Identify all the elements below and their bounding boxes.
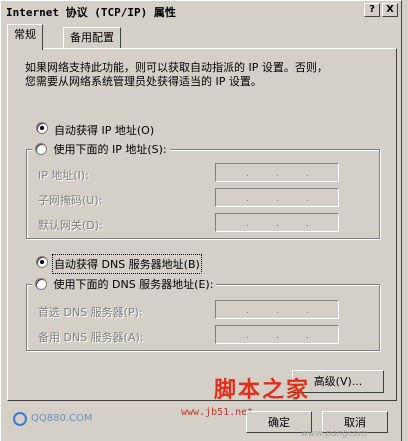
manual-ip-radio[interactable] [35, 143, 47, 155]
auto-dns-label[interactable]: 自动获得 DNS 服务器地址(B) [52, 254, 202, 274]
tcpip-properties-dialog: Internet 协议 (TCP/IP) 属性 ? X 常规 备用配置 如果网络… [0, 0, 402, 441]
ip-address-label: IP 地址(I): [38, 169, 89, 182]
tab-alternate-config-label: 备用配置 [70, 31, 114, 44]
manual-ip-label[interactable]: 使用下面的 IP 地址(S): [54, 143, 167, 156]
default-gateway-label: 默认网关(D): [38, 219, 103, 232]
qq-logo-icon [13, 412, 27, 426]
description-line-2: 您需要从网络系统管理员处获得适当的 IP 设置。 [25, 75, 262, 88]
close-button[interactable]: X [382, 3, 398, 17]
jb51-watermark-title: 脚本之家 [214, 377, 311, 403]
preferred-dns-field[interactable]: ... [215, 300, 339, 319]
side-watermark: www.pongcom [301, 429, 368, 439]
alternate-dns-field[interactable]: ... [215, 325, 339, 344]
manual-dns-radio[interactable] [35, 278, 47, 290]
auto-ip-label[interactable]: 自动获得 IP 地址(O) [54, 122, 154, 138]
radio-selected-dot [40, 126, 44, 130]
window-title: Internet 协议 (TCP/IP) 属性 [6, 6, 176, 19]
jb51-watermark-url: www.jb51.net [181, 407, 254, 418]
help-button[interactable]: ? [364, 3, 380, 17]
qq880-watermark: QQ880.COM [31, 413, 93, 424]
manual-ip-option: 使用下面的 IP 地址(S): [32, 141, 170, 157]
subnet-mask-label: 子网掩码(U): [38, 194, 103, 207]
title-bar[interactable]: Internet 协议 (TCP/IP) 属性 ? X [2, 2, 400, 20]
manual-dns-option: 使用下面的 DNS 服务器地址(E): [32, 276, 217, 292]
default-gateway-field[interactable]: ... [215, 213, 339, 232]
auto-dns-radio[interactable] [36, 256, 48, 268]
tab-general-label: 常规 [14, 28, 36, 41]
tab-general[interactable]: 常规 [7, 24, 43, 50]
subnet-mask-field[interactable]: ... [215, 188, 339, 207]
preferred-dns-label: 首选 DNS 服务器(P): [38, 306, 143, 319]
general-tab-panel: 如果网络支持此功能，则可以获取自动指派的 IP 设置。否则， 您需要从网络系统管… [7, 48, 397, 403]
alternate-dns-label: 备用 DNS 服务器(A): [38, 331, 144, 344]
tab-alternate-config[interactable]: 备用配置 [63, 27, 121, 49]
auto-ip-radio[interactable] [36, 122, 48, 134]
manual-dns-label[interactable]: 使用下面的 DNS 服务器地址(E): [54, 278, 214, 291]
ip-address-field[interactable]: ... [215, 163, 339, 182]
radio-selected-dot [40, 260, 44, 264]
